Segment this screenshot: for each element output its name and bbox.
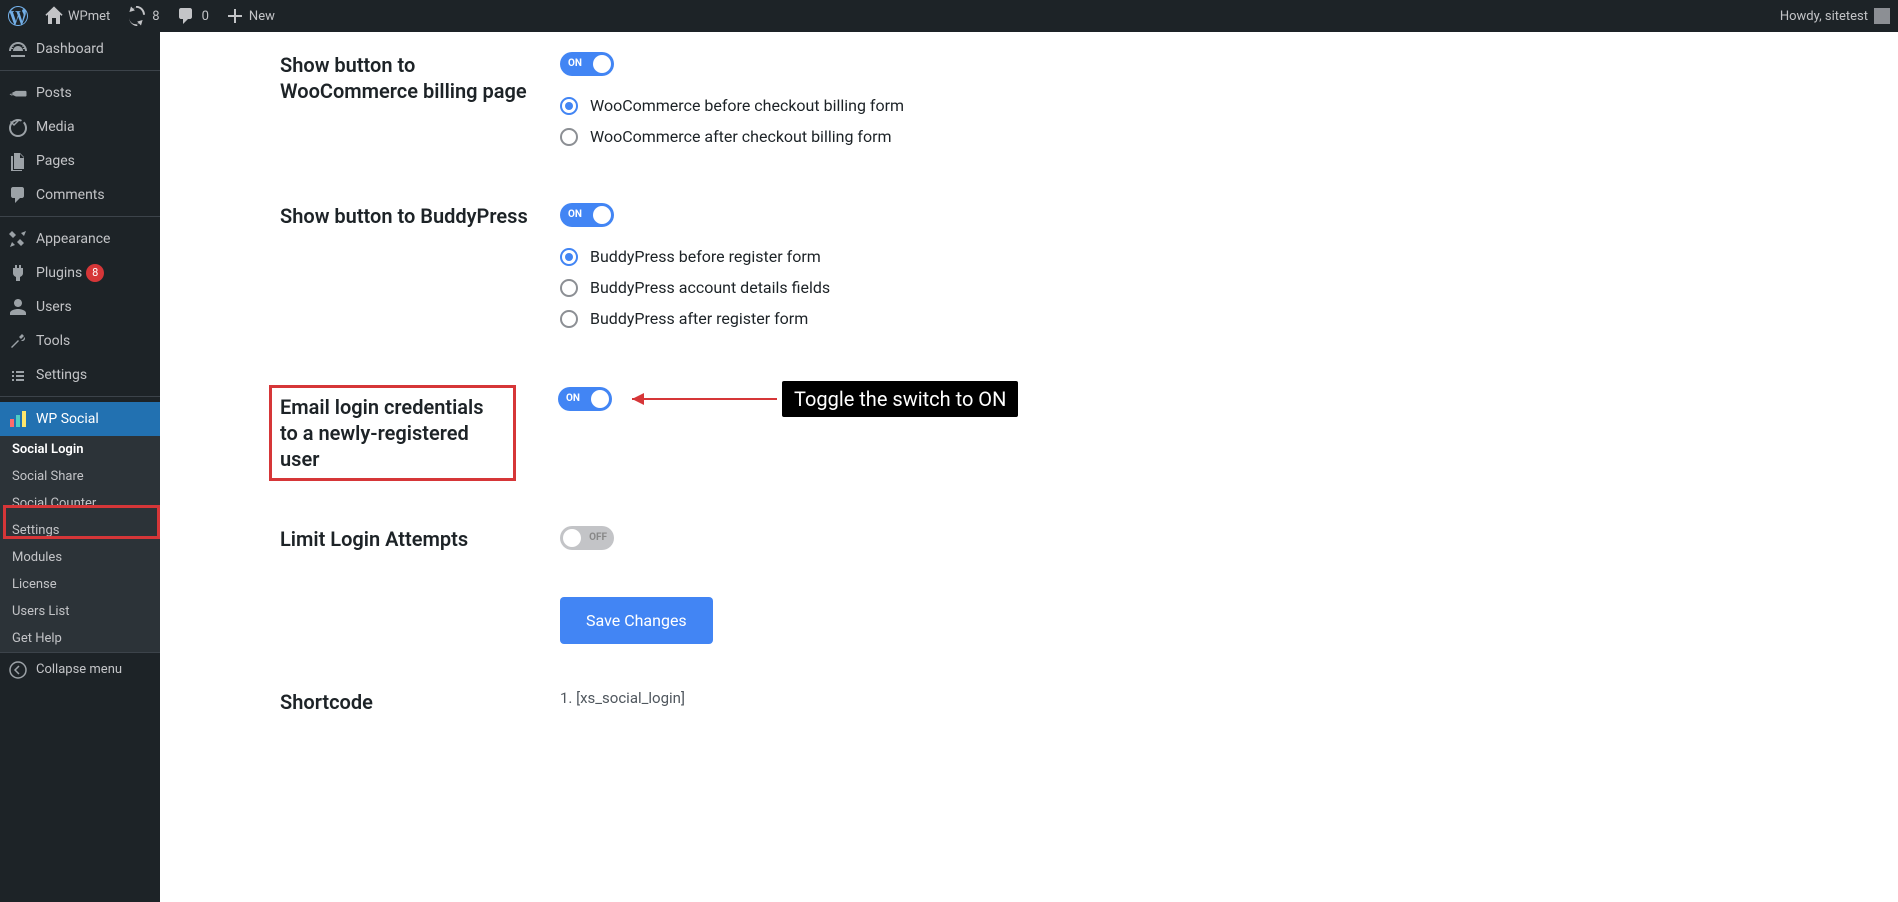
menu-appearance[interactable]: Appearance (0, 222, 160, 256)
menu-posts[interactable]: Posts (0, 76, 160, 110)
bp-label: Show button to BuddyPress (280, 203, 560, 340)
limit-label: Limit Login Attempts (280, 526, 560, 552)
save-button[interactable]: Save Changes (560, 597, 713, 644)
menu-media[interactable]: Media (0, 110, 160, 144)
submenu-social-share[interactable]: Social Share (0, 463, 160, 490)
updates[interactable]: 8 (118, 0, 167, 32)
plugins-badge: 8 (86, 264, 104, 282)
submenu-settings[interactable]: Settings (0, 517, 160, 544)
email-label: Email login credentials to a newly-regis… (280, 394, 505, 472)
radio-icon (560, 248, 578, 266)
submenu-get-help[interactable]: Get Help (0, 625, 160, 652)
shortcode-label: Shortcode (280, 689, 560, 715)
arrow-icon (612, 389, 782, 409)
menu-plugins[interactable]: Plugins 8 (0, 256, 160, 290)
comments-count: 0 (196, 9, 209, 24)
tooltip: Toggle the switch to ON (782, 381, 1018, 417)
comments[interactable]: 0 (168, 0, 217, 32)
submenu-social-counter[interactable]: Social Counter (0, 490, 160, 517)
submenu-license[interactable]: License (0, 571, 160, 598)
menu-users[interactable]: Users (0, 290, 160, 324)
woo-toggle[interactable]: ON (560, 52, 614, 76)
bp-radio-after[interactable]: BuddyPress after register form (560, 309, 1898, 328)
my-account[interactable]: Howdy, sitetest (1772, 0, 1898, 32)
shortcode-value: 1. [xs_social_login] (560, 689, 685, 707)
email-toggle[interactable]: ON (558, 387, 612, 411)
menu-pages[interactable]: Pages (0, 144, 160, 178)
woo-radio-after[interactable]: WooCommerce after checkout billing form (560, 127, 1898, 146)
site-name: WPmet (68, 9, 110, 24)
menu-wp-social[interactable]: WP Social (0, 402, 160, 436)
bp-radio-account[interactable]: BuddyPress account details fields (560, 278, 1898, 297)
wp-logo[interactable] (0, 0, 36, 32)
radio-icon (560, 310, 578, 328)
avatar (1874, 8, 1890, 24)
woo-radio-before[interactable]: WooCommerce before checkout billing form (560, 96, 1898, 115)
menu-settings[interactable]: Settings (0, 358, 160, 392)
highlight-email-label: Email login credentials to a newly-regis… (269, 385, 516, 481)
menu-comments[interactable]: Comments (0, 178, 160, 212)
new-content[interactable]: New (217, 0, 283, 32)
submenu-users-list[interactable]: Users List (0, 598, 160, 625)
limit-toggle[interactable]: OFF (560, 526, 614, 550)
site-home[interactable]: WPmet (36, 0, 118, 32)
collapse-menu[interactable]: Collapse menu (0, 652, 160, 686)
bp-toggle[interactable]: ON (560, 203, 614, 227)
menu-dashboard[interactable]: Dashboard (0, 32, 160, 66)
radio-icon (560, 97, 578, 115)
submenu-social-login[interactable]: Social Login (0, 436, 160, 463)
submenu-modules[interactable]: Modules (0, 544, 160, 571)
menu-tools[interactable]: Tools (0, 324, 160, 358)
radio-icon (560, 128, 578, 146)
woo-label: Show button to WooCommerce billing page (280, 52, 560, 158)
radio-icon (560, 279, 578, 297)
wp-social-submenu: Social Login Social Share Social Counter… (0, 436, 160, 652)
bp-radio-before[interactable]: BuddyPress before register form (560, 247, 1898, 266)
updates-count: 8 (146, 9, 159, 24)
